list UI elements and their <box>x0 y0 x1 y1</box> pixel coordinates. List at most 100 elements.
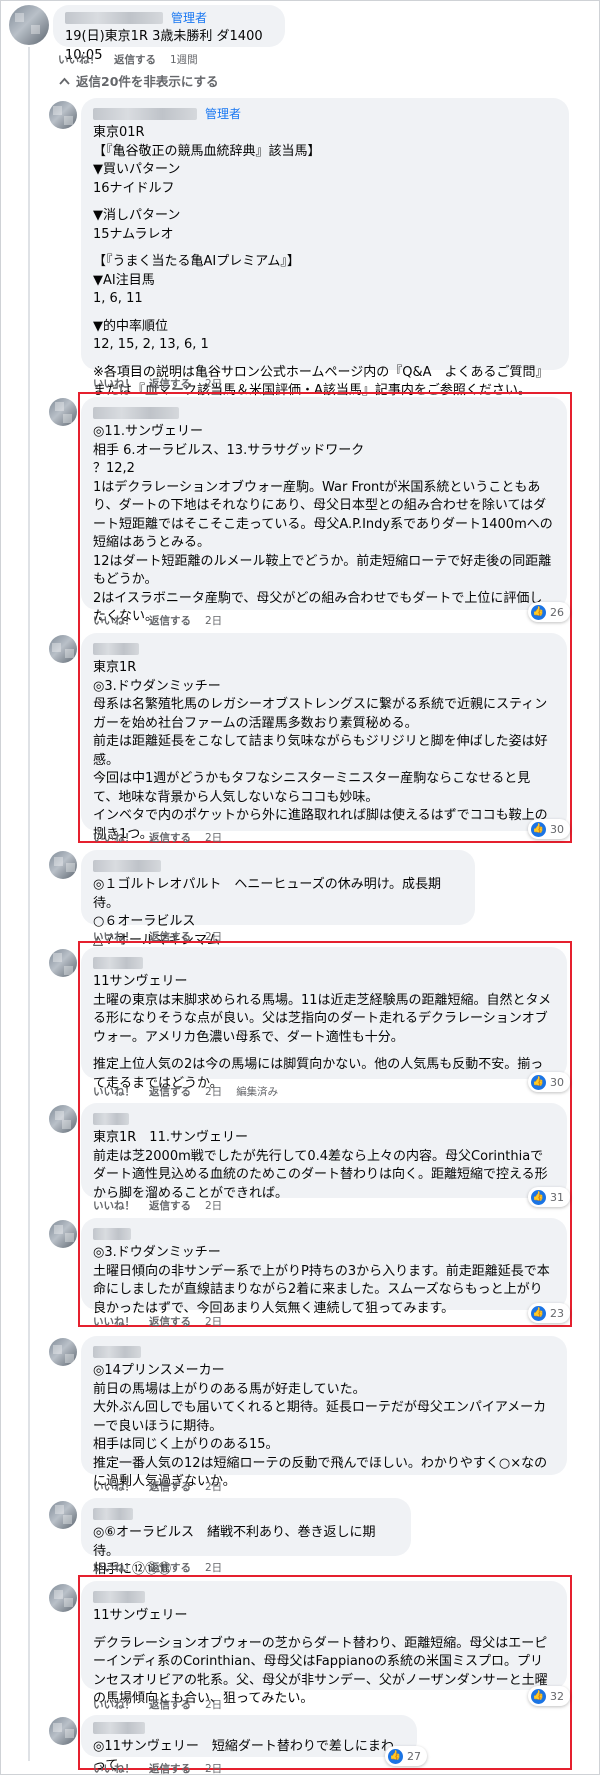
like-button[interactable]: いいね！ <box>93 1697 135 1712</box>
comment-actions: いいね！ 返信する 2日 <box>93 830 222 845</box>
author-name[interactable] <box>93 860 161 872</box>
author-name[interactable] <box>93 1508 133 1520</box>
reply-button[interactable]: 返信する <box>149 376 191 391</box>
avatar[interactable] <box>49 398 77 426</box>
comment-bubble: 東京1R 11.サンヴェリー 前走は芝2000m戦でしたが先行して0.4差なら上… <box>81 1103 567 1201</box>
comment-actions: いいね！ 返信する 2日 <box>93 1198 222 1213</box>
reaction-count[interactable]: 👍 32 <box>528 1686 570 1706</box>
comment-actions: いいね！ 返信する 2日 <box>93 1697 222 1712</box>
timestamp[interactable]: 2日 <box>205 1560 222 1575</box>
comment-text: 東京1R ◎3.ドウダンミッチー 母系は名繁殖牝馬のレガシーオブストレングスに繋… <box>93 660 548 842</box>
like-button[interactable]: いいね！ <box>93 1084 135 1099</box>
author-name[interactable] <box>93 1228 131 1240</box>
thumbs-up-icon: 👍 <box>531 604 546 620</box>
reply-button[interactable]: 返信する <box>149 1198 191 1213</box>
comment-bubble: ◎11サンヴェリー 短縮ダート替わりで差しにまわって <box>81 1715 417 1773</box>
thumbs-up-icon: 👍 <box>531 1688 546 1704</box>
comment-bubble: 管理者 19(日)東京1R 3歳未勝利 ダ1400 10:05 <box>53 5 285 63</box>
like-button[interactable]: いいね！ <box>93 1314 135 1329</box>
reply-button[interactable]: 返信する <box>149 1314 191 1329</box>
thumbs-up-icon: 👍 <box>531 1189 546 1205</box>
reply-button[interactable]: 返信する <box>149 830 191 845</box>
thumbs-up-icon: 👍 <box>388 1748 403 1764</box>
timestamp[interactable]: 2日 <box>205 830 222 845</box>
like-button[interactable]: いいね！ <box>93 929 135 944</box>
comment-bubble: ◎11.サンヴェリー 相手 6.オーラビルス、13.サラサグッドワーク ？12,… <box>81 397 567 624</box>
reply-button[interactable]: 返信する <box>149 1084 191 1099</box>
timestamp[interactable]: 2日 <box>205 1479 222 1494</box>
like-button[interactable]: いいね！ <box>93 1198 135 1213</box>
reaction-count[interactable]: 👍 27 <box>385 1746 427 1766</box>
avatar[interactable] <box>49 851 77 879</box>
hide-replies-label: 返信20件を非表示にする <box>76 74 219 89</box>
avatar[interactable] <box>49 1220 77 1248</box>
reaction-count[interactable]: 👍 30 <box>528 1072 570 1092</box>
comment-text: 11サンヴェリー <box>93 1608 188 1623</box>
comment-actions: いいね！ 返信する 2日 <box>93 1761 222 1775</box>
like-button[interactable]: いいね！ <box>93 1479 135 1494</box>
comment-text: ▼的中率順位 12, 15, 2, 13, 6, 1 <box>93 318 209 353</box>
like-button[interactable]: いいね！ <box>93 376 135 391</box>
reaction-count[interactable]: 👍 31 <box>528 1187 570 1207</box>
reply-button[interactable]: 返信する <box>149 613 191 628</box>
thread-connector <box>28 91 30 1761</box>
comment-bubble: 11サンヴェリー デクラレーションオブウォーの芝からダート替わり、距離短縮。母父… <box>81 1581 567 1706</box>
timestamp[interactable]: 2日 <box>205 1697 222 1712</box>
comment-bubble: ◎⑥オーラビルス 緒戦不利あり、巻き返しに期待。 相手に⑫⑬⑪ <box>81 1498 411 1577</box>
comment-actions: いいね！ 返信する 2日 <box>93 1314 222 1329</box>
author-name[interactable] <box>93 108 197 120</box>
reply-button[interactable]: 返信する <box>149 1761 191 1775</box>
timestamp[interactable]: 1週間 <box>170 52 198 67</box>
comment-actions: いいね！ 返信する 2日 <box>93 1560 222 1575</box>
like-button[interactable]: いいね！ <box>93 830 135 845</box>
timestamp[interactable]: 2日 <box>205 1761 222 1775</box>
reaction-count[interactable]: 👍 30 <box>528 819 570 839</box>
reply-button[interactable]: 返信する <box>149 1479 191 1494</box>
reaction-count[interactable]: 👍 26 <box>528 602 570 622</box>
avatar[interactable] <box>49 635 77 663</box>
author-name[interactable] <box>93 1591 145 1603</box>
author-name[interactable] <box>93 1346 141 1358</box>
timestamp[interactable]: 2日 <box>205 929 222 944</box>
author-name[interactable] <box>93 407 179 419</box>
reply-button[interactable]: 返信する <box>149 1560 191 1575</box>
like-button[interactable]: いいね！ <box>93 1761 135 1775</box>
author-name[interactable] <box>93 1113 129 1125</box>
avatar[interactable] <box>49 1717 77 1745</box>
comment-text: ◎11.サンヴェリー 相手 6.オーラビルス、13.サラサグッドワーク ？12,… <box>93 424 553 624</box>
like-button[interactable]: いいね！ <box>93 613 135 628</box>
like-button[interactable]: いいね！ <box>93 1560 135 1575</box>
reply-button[interactable]: 返信する <box>149 929 191 944</box>
timestamp[interactable]: 2日 <box>205 1314 222 1329</box>
hide-replies-button[interactable]: 返信20件を非表示にする <box>59 71 219 90</box>
reaction-count[interactable]: 👍 23 <box>528 1303 570 1323</box>
reply-button[interactable]: 返信する <box>114 52 156 67</box>
reply-button[interactable]: 返信する <box>149 1697 191 1712</box>
comment-actions: いいね！ 返信する 2日 <box>93 613 222 628</box>
timestamp[interactable]: 2日 <box>205 613 222 628</box>
avatar[interactable] <box>49 1501 77 1529</box>
timestamp[interactable]: 2日 <box>205 1084 222 1099</box>
comment-text: 【『うまく当たる亀AIプレミアム』】 ▼AI注目馬 1, 6, 11 <box>93 254 300 306</box>
author-name[interactable] <box>93 957 143 969</box>
author-name[interactable] <box>93 643 139 655</box>
avatar[interactable] <box>49 1105 77 1133</box>
avatar[interactable] <box>49 949 77 977</box>
author-name[interactable] <box>65 12 163 24</box>
edited-label: 編集済み <box>236 1086 279 1098</box>
comment-actions: いいね！ 返信する 2日 <box>93 376 222 391</box>
timestamp[interactable]: 2日 <box>205 1198 222 1213</box>
comment-thread: 管理者 19(日)東京1R 3歳未勝利 ダ1400 10:05 いいね！ 返信す… <box>0 0 600 1775</box>
comment-text: 11サンヴェリー 土曜の東京は末脚求められる馬場。11は近走芝経験馬の距離短縮。… <box>93 974 552 1045</box>
avatar[interactable] <box>49 1584 77 1612</box>
comment-bubble: 11サンヴェリー 土曜の東京は末脚求められる馬場。11は近走芝経験馬の距離短縮。… <box>81 947 567 1091</box>
avatar[interactable] <box>9 5 49 45</box>
author-name[interactable] <box>93 1722 145 1734</box>
admin-badge: 管理者 <box>171 10 208 25</box>
avatar[interactable] <box>49 1338 77 1366</box>
comment-bubble: 管理者 東京01R 【『亀谷敬正の競馬血統辞典』該当馬】 ▼買いパターン 16ナ… <box>81 98 569 398</box>
avatar[interactable] <box>49 101 77 129</box>
like-button[interactable]: いいね！ <box>58 52 100 67</box>
timestamp[interactable]: 2日 <box>205 376 222 391</box>
thumbs-up-icon: 👍 <box>531 821 546 837</box>
